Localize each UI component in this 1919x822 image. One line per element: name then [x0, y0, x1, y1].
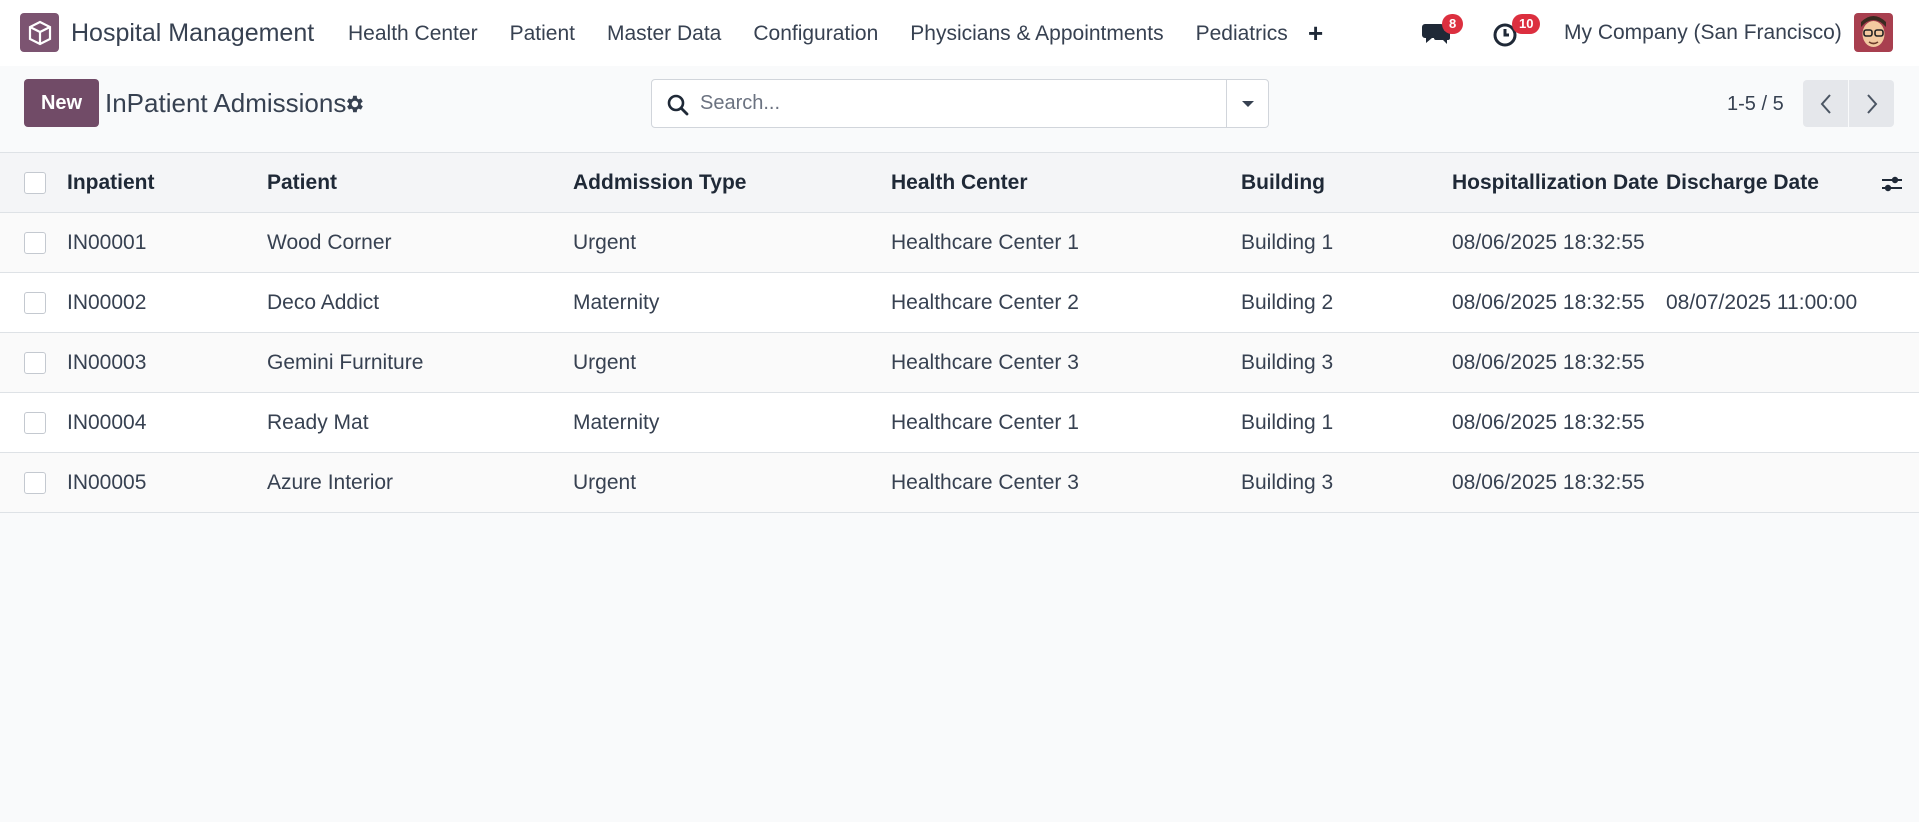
cell-hospitalization-date: 08/06/2025 18:32:55 — [1452, 230, 1645, 254]
table-row[interactable]: IN00001 Wood Corner Urgent Healthcare Ce… — [0, 213, 1919, 273]
cell-inpatient: IN00004 — [67, 410, 147, 434]
search-input[interactable] — [700, 80, 1200, 127]
app-logo-icon[interactable] — [20, 13, 59, 52]
search-options-toggle[interactable] — [1226, 80, 1269, 127]
cell-health-center: Healthcare Center 1 — [891, 230, 1079, 254]
caret-down-icon — [1242, 100, 1254, 107]
search-bar — [651, 79, 1269, 128]
cell-health-center: Healthcare Center 3 — [891, 350, 1079, 374]
column-header-building[interactable]: Building — [1241, 153, 1325, 212]
cell-admission-type: Urgent — [573, 470, 637, 494]
cell-patient: Ready Mat — [267, 410, 369, 434]
select-all-checkbox[interactable] — [24, 171, 46, 194]
cell-hospitalization-date: 08/06/2025 18:32:55 — [1452, 350, 1645, 374]
cell-health-center: Healthcare Center 2 — [891, 290, 1079, 314]
company-switcher[interactable]: My Company (San Francisco) — [1564, 21, 1842, 45]
column-header-hospitalization-date[interactable]: Hospitallization Date — [1452, 153, 1659, 212]
messages-badge: 8 — [1442, 14, 1464, 34]
cell-inpatient: IN00005 — [67, 470, 147, 494]
app-name[interactable]: Hospital Management — [71, 19, 314, 48]
admissions-list: Inpatient Patient Addmission Type Health… — [0, 152, 1919, 513]
pager-previous-button[interactable] — [1803, 80, 1848, 127]
cell-patient: Azure Interior — [267, 470, 394, 494]
menu-patient[interactable]: Patient — [510, 22, 575, 46]
cell-inpatient: IN00003 — [67, 350, 147, 374]
column-header-health-center[interactable]: Health Center — [891, 153, 1028, 212]
menu-physicians-appointments[interactable]: Physicians & Appointments — [910, 22, 1163, 46]
table-row[interactable]: IN00004 Ready Mat Maternity Healthcare C… — [0, 393, 1919, 453]
menu-pediatrics[interactable]: Pediatrics — [1196, 22, 1288, 46]
menu-configuration[interactable]: Configuration — [753, 22, 878, 46]
main-menu: Health Center Patient Master Data Config… — [348, 22, 1320, 46]
cell-admission-type: Urgent — [573, 350, 637, 374]
cell-hospitalization-date: 08/06/2025 18:32:55 — [1452, 470, 1645, 494]
cell-patient: Wood Corner — [267, 230, 392, 254]
chevron-right-icon — [1866, 93, 1877, 114]
plus-icon[interactable]: + — [1308, 18, 1323, 49]
menu-master-data[interactable]: Master Data — [607, 22, 721, 46]
top-navbar: Hospital Management Health Center Patien… — [0, 0, 1919, 66]
cell-building: Building 1 — [1241, 410, 1334, 434]
messages-button[interactable]: 8 — [1422, 14, 1464, 48]
menu-health-center[interactable]: Health Center — [348, 22, 478, 46]
cell-health-center: Healthcare Center 3 — [891, 470, 1079, 494]
column-header-patient[interactable]: Patient — [267, 153, 337, 212]
activities-button[interactable]: 10 — [1492, 14, 1541, 48]
row-checkbox[interactable] — [24, 351, 46, 374]
cell-inpatient: IN00002 — [67, 290, 147, 314]
pager-next-button[interactable] — [1849, 80, 1894, 127]
cell-building: Building 3 — [1241, 350, 1334, 374]
column-settings-icon[interactable] — [1880, 172, 1904, 196]
column-header-discharge-date[interactable]: Discharge Date — [1666, 153, 1819, 212]
cell-hospitalization-date: 08/06/2025 18:32:55 — [1452, 290, 1645, 314]
cell-health-center: Healthcare Center 1 — [891, 410, 1079, 434]
row-checkbox[interactable] — [24, 471, 46, 494]
cell-admission-type: Maternity — [573, 410, 660, 434]
cell-admission-type: Maternity — [573, 290, 660, 314]
cell-admission-type: Urgent — [573, 230, 637, 254]
column-header-inpatient[interactable]: Inpatient — [67, 153, 155, 212]
new-button[interactable]: New — [24, 79, 99, 127]
row-checkbox[interactable] — [24, 411, 46, 434]
cell-patient: Gemini Furniture — [267, 350, 424, 374]
table-row[interactable]: IN00002 Deco Addict Maternity Healthcare… — [0, 273, 1919, 333]
page-title[interactable]: InPatient Admissions — [105, 88, 346, 119]
cell-inpatient: IN00001 — [67, 230, 147, 254]
row-checkbox[interactable] — [24, 231, 46, 254]
table-row[interactable]: IN00003 Gemini Furniture Urgent Healthca… — [0, 333, 1919, 393]
row-checkbox[interactable] — [24, 291, 46, 314]
user-avatar[interactable] — [1854, 13, 1893, 52]
cell-building: Building 2 — [1241, 290, 1334, 314]
cell-building: Building 1 — [1241, 230, 1334, 254]
cell-hospitalization-date: 08/06/2025 18:32:55 — [1452, 410, 1645, 434]
gear-icon[interactable] — [343, 93, 365, 115]
table-header: Inpatient Patient Addmission Type Health… — [0, 152, 1919, 213]
activities-badge: 10 — [1512, 14, 1541, 34]
chevron-left-icon — [1820, 93, 1831, 114]
search-icon — [667, 94, 689, 116]
cell-patient: Deco Addict — [267, 290, 380, 314]
cell-discharge-date: 08/07/2025 11:00:00 — [1666, 290, 1858, 314]
pager-value[interactable]: 1-5 / 5 — [1727, 93, 1784, 116]
table-row[interactable]: IN00005 Azure Interior Urgent Healthcare… — [0, 453, 1919, 513]
column-header-admission-type[interactable]: Addmission Type — [573, 153, 746, 212]
cell-building: Building 3 — [1241, 470, 1334, 494]
